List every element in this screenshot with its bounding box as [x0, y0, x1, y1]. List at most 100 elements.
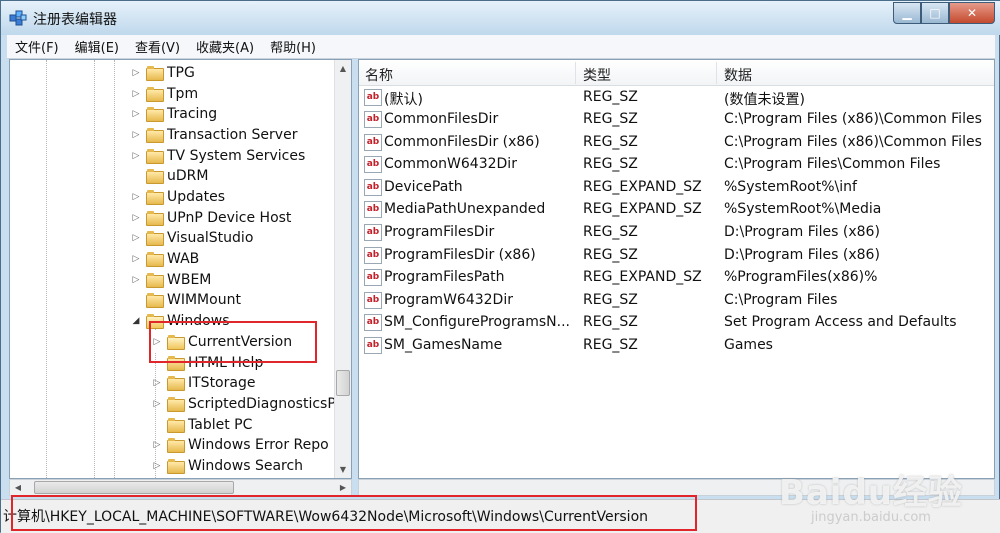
tree-item[interactable]: ▷ ITStorage: [151, 372, 255, 393]
expand-arrow-icon[interactable]: ▷: [130, 233, 142, 243]
value-type: REG_SZ: [583, 314, 638, 330]
folder-icon: [146, 211, 164, 226]
table-row[interactable]: ab CommonW6432Dir REG_SZ C:\Program File…: [359, 154, 994, 176]
tree-item-label: WIMMount: [167, 291, 241, 308]
expand-arrow-icon[interactable]: ▷: [130, 192, 142, 202]
column-divider[interactable]: [716, 62, 717, 84]
open-folder-icon: [167, 335, 185, 350]
value-type: REG_EXPAND_SZ: [583, 179, 702, 195]
value-name: (默认): [384, 92, 423, 108]
value-data: Games: [724, 337, 773, 353]
expand-arrow-icon[interactable]: ▷: [130, 275, 142, 285]
value-type: REG_SZ: [583, 292, 638, 308]
folder-icon: [167, 376, 185, 391]
expand-arrow-icon[interactable]: ▷: [151, 399, 163, 409]
menu-favorites[interactable]: 收藏夹(A): [188, 37, 262, 56]
values-list-pane[interactable]: 名称 类型 数据 ab (默认) REG_SZ (数值未设置) ab Commo…: [358, 59, 995, 479]
column-header-type[interactable]: 类型: [583, 65, 611, 85]
table-row[interactable]: ab ProgramFilesDir REG_SZ D:\Program Fil…: [359, 222, 994, 244]
tree-item-windows[interactable]: ◢ Windows: [130, 310, 230, 331]
table-row[interactable]: ab ProgramFilesDir (x86) REG_SZ D:\Progr…: [359, 245, 994, 267]
table-row[interactable]: ab CommonFilesDir (x86) REG_SZ C:\Progra…: [359, 132, 994, 154]
expand-arrow-icon[interactable]: ▷: [151, 378, 163, 388]
tree-item[interactable]: ▷ Tracing: [130, 103, 217, 124]
folder-icon: [146, 252, 164, 267]
table-row[interactable]: ab (默认) REG_SZ (数值未设置): [359, 87, 994, 109]
menu-bar: 文件(F) 编辑(E) 查看(V) 收藏夹(A) 帮助(H): [7, 35, 995, 59]
tree-item[interactable]: ▷ VisualStudio: [130, 227, 253, 248]
scroll-left-icon[interactable]: ◀: [10, 480, 26, 495]
table-row[interactable]: ab ProgramW6432Dir REG_SZ C:\Program Fil…: [359, 290, 994, 312]
menu-help[interactable]: 帮助(H): [262, 37, 324, 56]
tree-guide-line: [114, 60, 115, 478]
tree-item[interactable]: ▷ Transaction Server: [130, 124, 297, 145]
minimize-button[interactable]: ▁: [893, 2, 921, 24]
value-data: %SystemRoot%\Media: [724, 201, 882, 217]
tree-item[interactable]: ▷ TV System Services: [130, 145, 305, 166]
tree-item[interactable]: ▷ Windows Search: [151, 455, 303, 476]
tree-item[interactable]: WIMMount: [130, 289, 241, 310]
tree-item[interactable]: HTML Help: [151, 352, 263, 373]
folder-icon: [146, 87, 164, 102]
tree-vertical-scrollbar[interactable]: ▲ ▼: [334, 60, 351, 478]
expand-arrow-icon[interactable]: ▷: [130, 213, 142, 223]
watermark-logo: Baidu经验: [778, 473, 963, 513]
folder-icon: [146, 107, 164, 122]
tree-item[interactable]: ▷ Updates: [130, 186, 225, 207]
expand-arrow-icon[interactable]: ▷: [130, 151, 142, 161]
collapse-arrow-icon[interactable]: ◢: [130, 316, 142, 326]
value-type: REG_EXPAND_SZ: [583, 269, 702, 285]
tree-horizontal-scrollbar[interactable]: ◀ ▶: [9, 479, 352, 496]
scroll-thumb[interactable]: [336, 370, 350, 396]
tree-item[interactable]: ▷ UPnP Device Host: [130, 207, 291, 228]
expand-arrow-icon[interactable]: ▷: [151, 461, 163, 471]
scroll-up-icon[interactable]: ▲: [335, 60, 351, 77]
menu-view[interactable]: 查看(V): [127, 37, 188, 56]
expand-arrow-icon[interactable]: ▷: [130, 130, 142, 140]
tree-item-current-version[interactable]: ▷ CurrentVersion: [151, 331, 293, 352]
string-value-icon: ab: [364, 224, 382, 241]
scroll-thumb[interactable]: [34, 481, 234, 494]
tree-item[interactable]: uDRM: [130, 165, 208, 186]
tree-item[interactable]: ▷ WAB: [130, 248, 199, 269]
string-value-icon: ab: [364, 314, 382, 331]
tree-item[interactable]: Tablet PC: [151, 414, 252, 435]
value-name: ProgramFilesDir: [384, 224, 495, 240]
menu-file[interactable]: 文件(F): [7, 37, 67, 56]
tree-item[interactable]: ▷ Windows Error Repo: [151, 434, 329, 455]
table-row[interactable]: ab SM_ConfigureProgramsN... REG_SZ Set P…: [359, 312, 994, 334]
tree-item[interactable]: ▷ ScriptedDiagnosticsP: [151, 393, 336, 414]
tree-item[interactable]: ▷ TPG: [130, 62, 195, 83]
tree-item-label: Transaction Server: [167, 126, 298, 143]
expand-arrow-icon[interactable]: ▷: [151, 440, 163, 450]
table-row[interactable]: ab SM_GamesName REG_SZ Games: [359, 335, 994, 357]
title-bar[interactable]: 注册表编辑器 ▁ □ ✕: [1, 1, 1000, 35]
expand-arrow-icon[interactable]: ▷: [151, 337, 163, 347]
expand-arrow-icon[interactable]: ▷: [130, 254, 142, 264]
close-button[interactable]: ✕: [949, 2, 995, 24]
expand-arrow-icon[interactable]: ▷: [130, 68, 142, 78]
value-name: ProgramW6432Dir: [384, 292, 513, 308]
scroll-right-icon[interactable]: ▶: [335, 480, 351, 495]
folder-icon: [146, 293, 164, 308]
table-row[interactable]: ab MediaPathUnexpanded REG_EXPAND_SZ %Sy…: [359, 199, 994, 221]
scroll-down-icon[interactable]: ▼: [335, 461, 351, 478]
string-value-icon: ab: [364, 89, 382, 106]
maximize-button[interactable]: □: [921, 2, 949, 24]
expand-arrow-icon[interactable]: ▷: [130, 109, 142, 119]
key-tree-pane[interactable]: ▷ TPG ▷ Tpm ▷ Tracing ▷ Transaction Serv…: [9, 59, 352, 479]
table-row[interactable]: ab ProgramFilesPath REG_EXPAND_SZ %Progr…: [359, 267, 994, 289]
column-divider[interactable]: [575, 62, 576, 84]
string-value-icon: ab: [364, 247, 382, 264]
tree-item[interactable]: ▷ Tpm: [130, 83, 198, 104]
column-header-name[interactable]: 名称: [365, 65, 393, 85]
table-row[interactable]: ab CommonFilesDir REG_SZ C:\Program File…: [359, 109, 994, 131]
expand-arrow-icon[interactable]: ▷: [130, 89, 142, 99]
value-name: SM_ConfigureProgramsN...: [384, 314, 571, 330]
menu-edit[interactable]: 编辑(E): [67, 37, 127, 56]
value-name: SM_GamesName: [384, 337, 503, 353]
column-header-data[interactable]: 数据: [724, 65, 752, 85]
tree-item[interactable]: ▷ WBEM: [130, 269, 211, 290]
value-data: C:\Program Files: [724, 292, 838, 308]
table-row[interactable]: ab DevicePath REG_EXPAND_SZ %SystemRoot%…: [359, 177, 994, 199]
